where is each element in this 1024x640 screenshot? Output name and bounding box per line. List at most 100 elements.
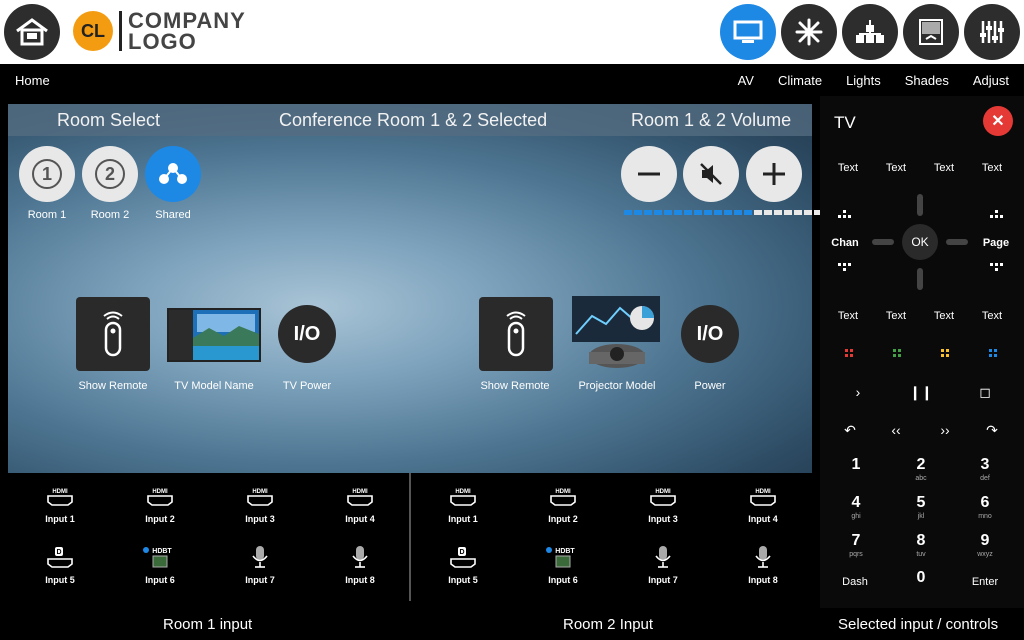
close-button[interactable]: ✕ [983,106,1013,136]
show-remote-room2-button[interactable] [479,297,553,371]
skip-button[interactable]: ↷ [972,422,1012,439]
stop-button[interactable]: ◻ [965,384,1005,401]
text-button-8[interactable]: Text [972,310,1012,322]
room2-input-3-button[interactable]: HDMI Input 3 [633,485,693,524]
dpad-down[interactable] [917,268,923,290]
room1-input-6-button[interactable]: HDBT Input 6 [130,546,190,585]
key-9[interactable]: 9 wxyz [965,532,1005,558]
room-2-number: 2 [95,159,125,189]
projector-image[interactable] [572,296,662,372]
room1-input-8-button[interactable]: Input 8 [330,546,390,585]
page-down-icon[interactable] [990,263,1003,271]
microphone-icon [352,546,368,568]
room1-input-7-button[interactable]: Input 7 [230,546,290,585]
svg-text:HDMI: HDMI [52,489,68,495]
room1-input-5-button[interactable]: D Input 5 [30,546,90,585]
room-2-button[interactable]: 2 [82,146,138,202]
key-4[interactable]: 4 ghi [836,494,876,520]
rewind-button[interactable]: ‹‹ [876,422,916,438]
dpad-right[interactable] [946,239,968,245]
lights-button[interactable] [842,4,898,60]
replay-button[interactable]: ↶ [830,422,870,439]
logo-line1: COMPANY [128,8,246,33]
text-button-5[interactable]: Text [828,310,868,322]
home-button[interactable] [4,4,60,60]
nav-adjust[interactable]: Adjust [973,73,1009,88]
key-8[interactable]: 8 tuv [901,532,941,558]
nav-home[interactable]: Home [15,73,50,88]
volume-segment [664,210,672,215]
nav-climate[interactable]: Climate [778,73,822,88]
dash-button[interactable]: Dash [835,576,875,588]
dpad-up[interactable] [917,194,923,216]
input-icon: D [30,546,90,568]
color-key-yellow[interactable] [941,349,949,357]
room1-input-3-button[interactable]: HDMI Input 3 [230,485,290,524]
input-icon [633,546,693,568]
room2-input-2-button[interactable]: HDMI Input 2 [533,485,593,524]
text-button-2[interactable]: Text [876,162,916,174]
text-button-4[interactable]: Text [972,162,1012,174]
key-5[interactable]: 5 jkl [901,494,941,520]
key-2[interactable]: 2 abc [901,456,941,482]
mute-button[interactable] [683,146,739,202]
projector-power-button[interactable]: I/O [681,305,739,363]
show-remote-room1-button[interactable] [76,297,150,371]
room2-input-1-button[interactable]: HDMI Input 1 [433,485,493,524]
volume-segment [794,210,802,215]
play-button[interactable]: › [838,384,878,400]
room2-input-5-button[interactable]: D Input 5 [433,546,493,585]
pause-button[interactable]: ❙❙ [901,384,941,401]
key-3[interactable]: 3 def [965,456,1005,482]
room1-input-1-button[interactable]: HDMI Input 1 [30,485,90,524]
logo-line2: LOGO [128,29,197,54]
text-button-6[interactable]: Text [876,310,916,322]
volume-up-button[interactable] [746,146,802,202]
room2-input-7-button[interactable]: Input 7 [633,546,693,585]
sliders-icon [980,21,1004,43]
show-remote-room1-label: Show Remote [78,380,148,392]
chan-down-icon[interactable] [838,263,851,271]
nav-av[interactable]: AV [738,73,754,88]
dpad-left[interactable] [872,239,894,245]
enter-button[interactable]: Enter [965,576,1005,588]
volume-segment [774,210,782,215]
key-0[interactable]: 0 [901,569,941,587]
tv-image[interactable] [167,308,261,362]
key-7[interactable]: 7 pqrs [836,532,876,558]
key-6[interactable]: 6 mno [965,494,1005,520]
color-key-blue[interactable] [989,349,997,357]
dpad-ok-button[interactable]: OK [902,224,938,260]
shared-button[interactable] [145,146,201,202]
room2-input-6-button[interactable]: HDBT Input 6 [533,546,593,585]
hdmi-icon: HDMI [650,489,676,506]
volume-down-button[interactable] [621,146,677,202]
volume-segment [634,210,642,215]
text-button-1[interactable]: Text [828,162,868,174]
room2-input-4-button[interactable]: HDMI Input 4 [733,485,793,524]
input-label: Input 4 [748,514,778,524]
shades-button[interactable] [903,4,959,60]
home-icon [16,18,48,46]
av-button[interactable] [720,4,776,60]
text-button-3[interactable]: Text [924,162,964,174]
text-button-7[interactable]: Text [924,310,964,322]
room-1-button[interactable]: 1 [19,146,75,202]
volume-title: Room 1 & 2 Volume [631,110,792,130]
key-1[interactable]: 1 [836,456,876,474]
tv-power-button[interactable]: I/O [278,305,336,363]
room1-input-2-button[interactable]: HDMI Input 2 [130,485,190,524]
fast-forward-button[interactable]: ›› [925,422,965,438]
room1-input-4-button[interactable]: HDMI Input 4 [330,485,390,524]
color-key-red[interactable] [845,349,853,357]
color-key-green[interactable] [893,349,901,357]
adjust-button[interactable] [964,4,1020,60]
page-up-icon[interactable] [990,210,1003,218]
nav-lights[interactable]: Lights [846,73,881,88]
hdmi-icon: HDMI [47,489,73,506]
chan-up-icon[interactable] [838,210,851,218]
nav-shades[interactable]: Shades [905,73,949,88]
volume-segment [704,210,712,215]
climate-button[interactable] [781,4,837,60]
room2-input-8-button[interactable]: Input 8 [733,546,793,585]
